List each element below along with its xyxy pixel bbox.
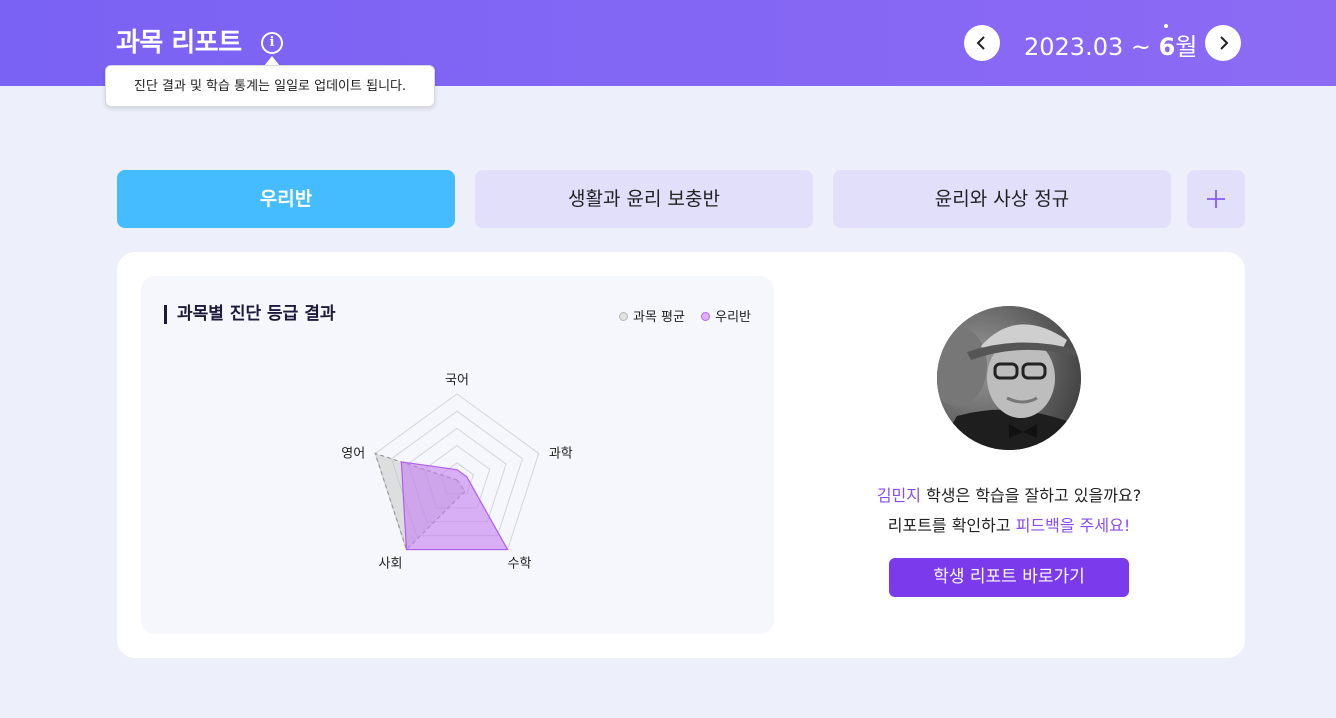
feedback-highlight: 피드백을 주세요! (1015, 516, 1131, 535)
update-tooltip: 진단 결과 및 학습 통계는 일일로 업데이트 됩니다. (105, 65, 435, 107)
radar-axis-label: 영어 (341, 446, 365, 461)
message-line-2-text: 리포트를 확인하고 (887, 516, 1016, 535)
student-message: 김민지 학생은 학습을 잘하고 있을까요? 리포트를 확인하고 피드백을 주세요… (781, 0, 1237, 718)
info-icon[interactable]: i (261, 32, 283, 54)
legend-label-average: 과목 평균 (633, 310, 685, 325)
legend-label-our-class: 우리반 (715, 310, 752, 325)
radar-axis-label: 국어 (445, 373, 469, 388)
page-title: 과목 리포트 (116, 28, 242, 58)
message-line-1-text: 학생은 학습을 잘하고 있을까요? (920, 486, 1142, 505)
student-name: 김민지 (876, 486, 921, 505)
chart-legend: 과목 평균 우리반 (619, 306, 763, 325)
tab-ethics-supplementary[interactable]: 생활과 윤리 보충반 (475, 170, 813, 228)
legend-dot-our-class (701, 312, 711, 321)
message-line-2: 리포트를 확인하고 피드백을 주세요! (781, 512, 1237, 536)
legend-item-our-class: 우리반 (701, 306, 751, 325)
radar-chart: 국어과학수학 사회 영어 (341, 373, 573, 572)
radar-axis-label: 수학 (508, 557, 532, 572)
message-line-1: 김민지 학생은 학습을 잘하고 있을까요? (781, 482, 1237, 506)
student-report-button[interactable]: 학생 리포트 바로가기 (889, 558, 1129, 597)
tab-our-class[interactable]: 우리반 (117, 170, 455, 228)
radar-axis-label: 사회 (378, 557, 402, 572)
radar-series-1 (400, 461, 509, 551)
legend-dot-average (619, 312, 628, 321)
radar-axis-label: 과학 (549, 446, 573, 461)
chart-title: 과목별 진단 등급 결과 (164, 305, 336, 324)
legend-item-average: 과목 평균 (619, 306, 685, 325)
